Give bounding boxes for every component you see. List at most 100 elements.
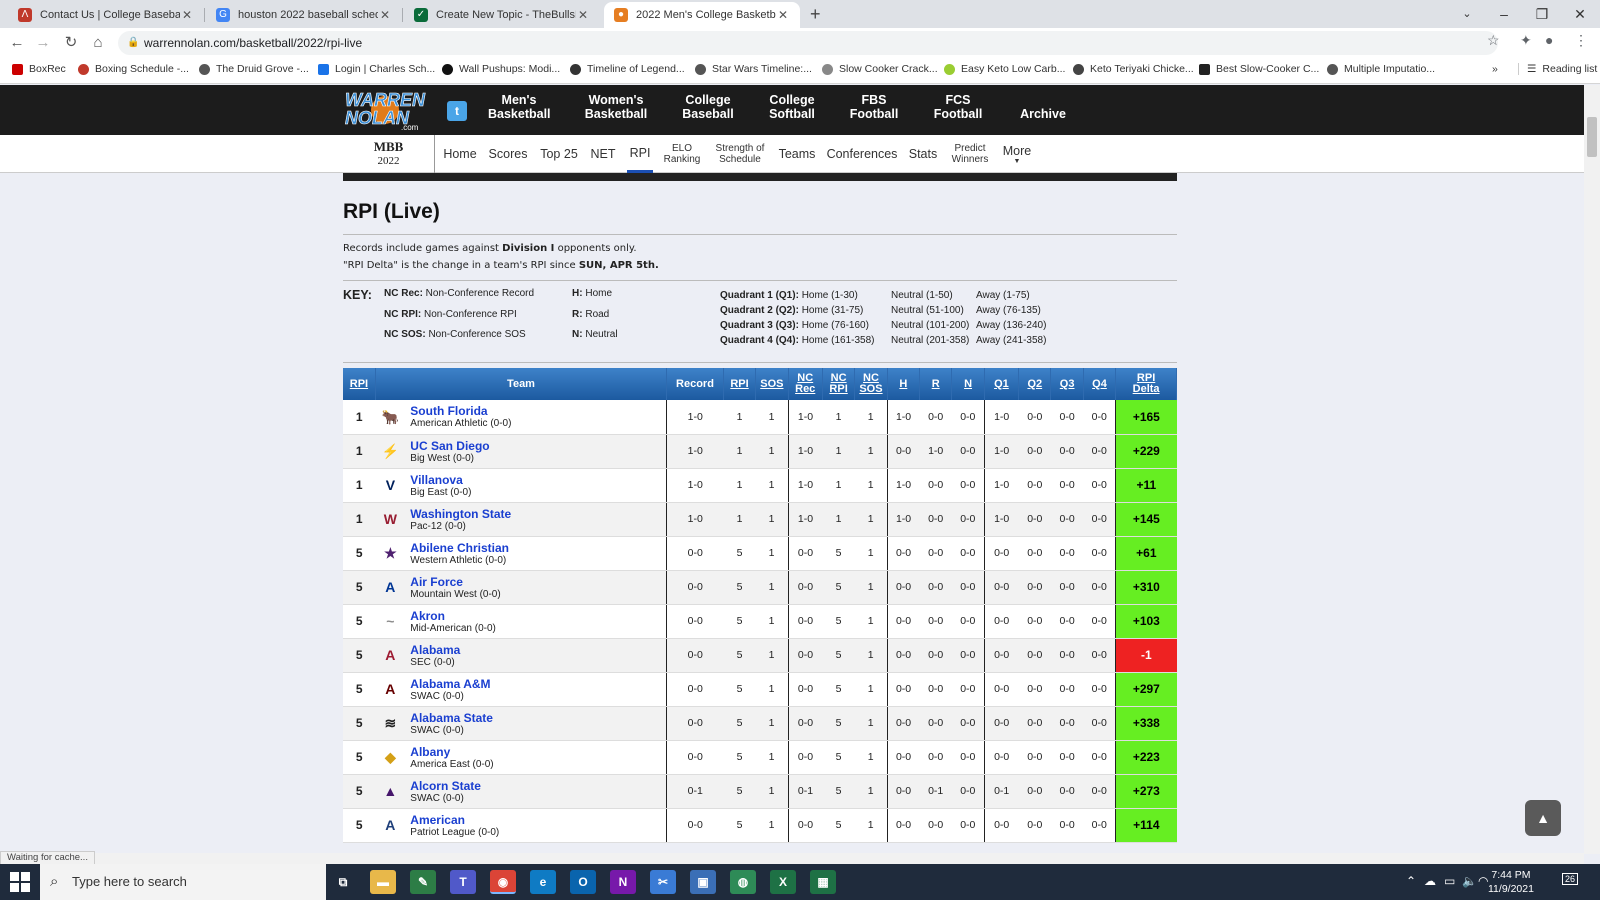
taskbar-search-box[interactable]: ⌕ Type here to search xyxy=(40,864,326,900)
tab-bullspen[interactable]: ✓ Create New Topic - TheBullsPen ✕ xyxy=(404,2,600,28)
team-logo-icon[interactable]: V xyxy=(379,474,401,496)
bookmarks-overflow-icon[interactable]: » xyxy=(1492,63,1498,75)
col-header-q2[interactable]: Q2 xyxy=(1018,368,1052,400)
bookmark-item[interactable]: Boxing Schedule -... xyxy=(78,63,189,75)
task-view-icon[interactable]: ⧉ xyxy=(330,870,356,894)
bookmark-item[interactable]: Timeline of Legend... xyxy=(570,63,685,75)
team-link[interactable]: Abilene Christian xyxy=(410,541,509,555)
bookmark-item[interactable]: Best Slow-Cooker C... xyxy=(1199,63,1319,75)
tab-google-search[interactable]: G houston 2022 baseball schedule ✕ xyxy=(206,2,402,28)
bookmark-star-icon[interactable]: ☆ xyxy=(1487,32,1500,49)
home-icon[interactable]: ⌂ xyxy=(87,32,109,54)
edge-icon[interactable]: e xyxy=(530,870,556,894)
team-link[interactable]: Alabama A&M xyxy=(410,677,490,691)
subnav-conferences[interactable]: Conferences xyxy=(826,135,898,173)
team-logo-icon[interactable]: A xyxy=(379,576,401,598)
close-window-icon[interactable]: ✕ xyxy=(1562,2,1598,26)
scroll-to-top-button[interactable]: ▲ xyxy=(1525,800,1561,836)
photos-icon[interactable]: ▣ xyxy=(690,870,716,894)
profile-avatar-icon[interactable]: ● xyxy=(1545,32,1553,48)
bookmark-item[interactable]: Wall Pushups: Modi... xyxy=(442,63,560,75)
close-tab-icon[interactable]: ✕ xyxy=(776,8,790,22)
col-header-rpi[interactable]: RPI xyxy=(723,368,757,400)
outlook-icon[interactable]: O xyxy=(570,870,596,894)
team-logo-icon[interactable]: ≋ xyxy=(379,712,401,734)
team-logo-icon[interactable]: A xyxy=(379,814,401,836)
subnav-rpi[interactable]: RPI xyxy=(627,135,653,173)
reload-icon[interactable]: ↻ xyxy=(60,32,82,54)
onenote-icon[interactable]: N xyxy=(610,870,636,894)
battery-icon[interactable]: ▭ xyxy=(1444,874,1455,888)
volume-icon[interactable]: 🔈 xyxy=(1462,874,1477,888)
minimize-icon[interactable]: – xyxy=(1486,2,1522,26)
team-logo-icon[interactable]: ◆ xyxy=(379,746,401,768)
team-logo-icon[interactable]: W xyxy=(379,508,401,530)
warren-nolan-logo[interactable]: WARREN NOLAN .com xyxy=(343,88,427,132)
team-logo-icon[interactable]: 🐂 xyxy=(379,406,401,428)
chrome-icon[interactable]: ◉ xyxy=(490,870,516,894)
bookmark-item[interactable]: Login | Charles Sch... xyxy=(318,63,435,75)
bookmark-item[interactable]: Easy Keto Low Carb... xyxy=(944,63,1065,75)
subnav-strength-of-schedule[interactable]: Strength of Schedule xyxy=(710,135,770,173)
subnav-teams[interactable]: Teams xyxy=(778,135,816,173)
teams-icon[interactable]: T xyxy=(450,870,476,894)
restore-icon[interactable]: ❐ xyxy=(1524,2,1560,26)
bookmark-item[interactable]: BoxRec xyxy=(12,63,66,75)
col-header-road[interactable]: R xyxy=(919,368,953,400)
team-logo-icon[interactable]: ▲ xyxy=(379,780,401,802)
horizontal-scrollbar[interactable] xyxy=(0,853,1584,864)
col-header-q1[interactable]: Q1 xyxy=(983,368,1020,400)
close-tab-icon[interactable]: ✕ xyxy=(576,8,590,22)
sticky-notes-icon[interactable]: ✎ xyxy=(410,870,436,894)
team-logo-icon[interactable]: ⚡ xyxy=(379,440,401,462)
team-link[interactable]: Alcorn State xyxy=(410,779,481,793)
col-header-q4[interactable]: Q4 xyxy=(1083,368,1117,400)
back-icon[interactable]: ← xyxy=(6,32,28,54)
bookmark-item[interactable]: The Druid Grove -... xyxy=(199,63,309,75)
col-header-sos[interactable]: SOS xyxy=(755,368,789,400)
forward-icon[interactable]: → xyxy=(32,32,54,54)
subnav-stats[interactable]: Stats xyxy=(907,135,939,173)
snip-icon[interactable]: ✂ xyxy=(650,870,676,894)
team-link[interactable]: South Florida xyxy=(410,404,511,418)
subnav-top25[interactable]: Top 25 xyxy=(538,135,580,173)
team-logo-icon[interactable]: ★ xyxy=(379,542,401,564)
team-link[interactable]: Washington State xyxy=(410,507,511,521)
team-logo-icon[interactable]: ~ xyxy=(379,610,401,632)
scrollbar-thumb[interactable] xyxy=(1587,117,1597,157)
notification-badge[interactable]: 26 xyxy=(1562,873,1579,885)
team-link[interactable]: Villanova xyxy=(410,473,471,487)
nav-fcs-football[interactable]: FCS Football xyxy=(930,93,986,121)
extensions-icon[interactable]: ✦ xyxy=(1520,32,1532,49)
menu-kebab-icon[interactable]: ⋮ xyxy=(1574,32,1588,49)
col-header-nc-rec[interactable]: NC Rec xyxy=(787,368,823,400)
new-tab-icon[interactable]: + xyxy=(810,4,821,25)
nav-college-softball[interactable]: College Softball xyxy=(764,93,820,121)
col-header-q3[interactable]: Q3 xyxy=(1050,368,1084,400)
file-explorer-icon[interactable]: ▬ xyxy=(370,870,396,894)
team-link[interactable]: Akron xyxy=(410,609,496,623)
nav-mens-basketball[interactable]: Men's Basketball xyxy=(488,93,551,121)
bookmark-item[interactable]: Keto Teriyaki Chicke... xyxy=(1073,63,1194,75)
globe-icon[interactable]: ◍ xyxy=(730,870,756,894)
team-link[interactable]: Albany xyxy=(410,745,493,759)
col-header-rpi-rank[interactable]: RPI xyxy=(343,368,376,400)
nav-archive[interactable]: Archive xyxy=(1015,107,1071,121)
col-header-record[interactable]: Record xyxy=(666,368,724,400)
subnav-predict-winners[interactable]: Predict Winners xyxy=(948,135,992,173)
excel-icon[interactable]: X xyxy=(770,870,796,894)
col-header-nc-rpi[interactable]: NC RPI xyxy=(822,368,856,400)
col-header-nc-sos[interactable]: NC SOS xyxy=(854,368,888,400)
col-header-home[interactable]: H xyxy=(886,368,921,400)
team-link[interactable]: Alabama State xyxy=(410,711,493,725)
app-icon[interactable]: ▦ xyxy=(810,870,836,894)
taskbar-clock[interactable]: 7:44 PM 11/9/2021 xyxy=(1488,868,1534,896)
col-header-team[interactable]: Team xyxy=(375,368,668,400)
team-logo-icon[interactable]: A xyxy=(379,644,401,666)
team-link[interactable]: Alabama xyxy=(410,643,460,657)
tab-warren-nolan[interactable]: ● 2022 Men's College Basketball R ✕ xyxy=(604,2,800,28)
subnav-home[interactable]: Home xyxy=(441,135,479,173)
close-tab-icon[interactable]: ✕ xyxy=(378,8,392,22)
vertical-scrollbar[interactable] xyxy=(1584,85,1600,854)
bookmark-item[interactable]: Star Wars Timeline:... xyxy=(695,63,812,75)
